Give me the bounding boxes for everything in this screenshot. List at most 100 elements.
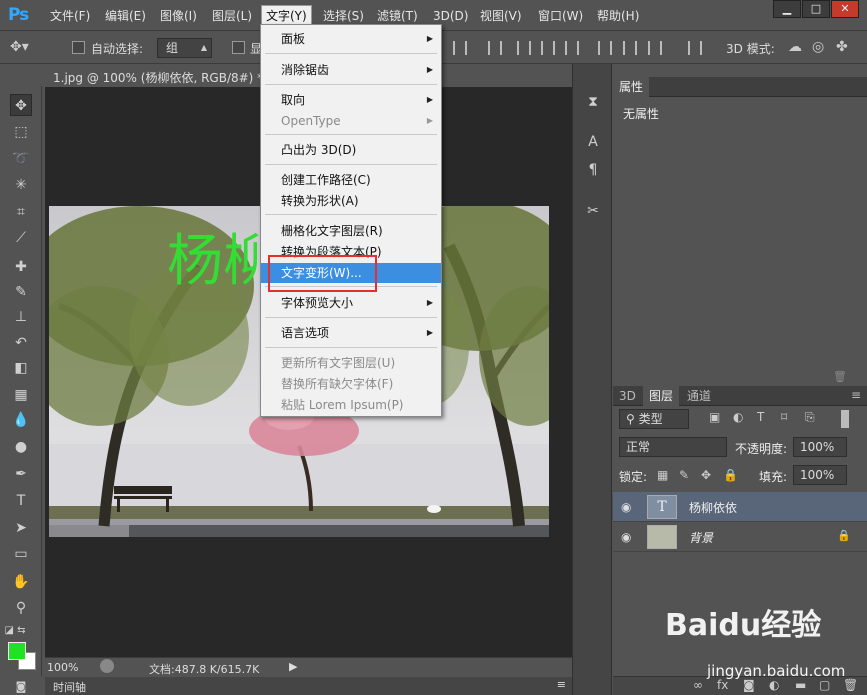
delete-layer-icon[interactable]: 🗑 [843,678,858,692]
filter-adjustment-icon[interactable]: ◐ [733,410,743,424]
auto-align-icon[interactable] [688,41,702,55]
menu-item-language-options[interactable]: 语言选项 ▶ [261,323,441,343]
gradient-tool-icon[interactable]: ▦ [10,384,32,406]
tab-channels[interactable]: 通道 [681,386,717,406]
menu-help[interactable]: 帮助(H) [593,6,643,26]
layer-name[interactable]: 背景 [689,529,713,546]
clone-stamp-tool-icon[interactable]: ⊥ [10,306,32,328]
trash-icon[interactable]: 🗑 [833,370,847,383]
eye-icon[interactable]: ◉ [621,530,631,544]
layers-panel-menu-icon[interactable]: ≡ [851,388,861,402]
menu-item-create-work-path[interactable]: 创建工作路径(C) [261,170,441,190]
minimize-icon[interactable]: ▁ [773,0,801,18]
pen-tool-icon[interactable]: ✒ [10,463,32,485]
type-tool-icon[interactable]: T [10,490,32,512]
menu-item-convert-to-shape[interactable]: 转换为形状(A) [261,191,441,211]
distribute-top-icon[interactable] [517,41,531,55]
auto-select-checkbox[interactable] [72,41,85,54]
3d-roll-icon[interactable]: ◎ [812,39,824,55]
move-tool-icon[interactable]: ✥ [10,94,32,116]
lock-all-icon[interactable]: 🔒 [723,468,738,482]
menu-item-extrude-3d[interactable]: 凸出为 3D(D) [261,140,441,160]
distribute-right-icon[interactable] [648,41,662,55]
history-panel-icon[interactable]: ⧗ [583,92,603,112]
fill-field[interactable]: 100% [793,465,847,485]
auto-select-dropdown[interactable]: 组 ▲ [157,38,212,58]
filter-toggle[interactable] [841,410,849,428]
align-left-icon[interactable] [453,41,467,55]
shape-tool-icon[interactable]: ▭ [10,543,32,565]
foreground-color-swatch-top[interactable] [8,642,26,660]
3d-rotate-icon[interactable]: ☁ [788,39,802,55]
tab-layers[interactable]: 图层 [643,386,680,406]
zoom-tool-icon[interactable]: ⚲ [10,597,32,619]
filter-shape-icon[interactable]: ⌑ [781,410,787,424]
menu-window[interactable]: 窗口(W) [534,6,587,26]
filter-pixel-icon[interactable]: ▣ [709,410,720,424]
show-transform-checkbox[interactable] [232,41,245,54]
lasso-tool-icon[interactable]: ➰ [10,148,32,170]
tab-properties[interactable]: 属性 [613,77,650,97]
menu-filter[interactable]: 滤镜(T) [373,6,422,26]
history-brush-tool-icon[interactable]: ↶ [10,332,32,354]
new-group-icon[interactable]: ▬ [795,678,806,692]
filter-type-icon[interactable]: T [757,410,764,424]
link-layers-icon[interactable]: ∞ [693,678,703,692]
zoom-level[interactable]: 100% [47,661,78,674]
menu-item-rasterize-type[interactable]: 栅格化文字图层(R) [261,221,441,241]
default-colors-icon[interactable]: ◪ ⇆ [4,620,26,642]
menu-item-font-preview-size[interactable]: 字体预览大小 ▶ [261,293,441,313]
add-mask-icon[interactable]: ◙ [743,678,755,692]
blend-mode-dropdown[interactable]: 正常 [619,437,727,457]
layer-row-background[interactable]: ◉ 背景 🔒 [613,522,867,552]
distribute-hcenter-icon[interactable] [623,41,637,55]
tab-3d[interactable]: 3D [613,386,642,406]
layer-filter-dropdown[interactable]: ⚲ 类型 [619,409,689,429]
align-center-icon[interactable] [488,41,502,55]
menu-item-panels[interactable]: 面板 ▶ [261,29,441,49]
menu-file[interactable]: 文件(F) [46,6,94,26]
menu-item-anti-alias[interactable]: 消除锯齿 ▶ [261,60,441,80]
close-icon[interactable]: ✕ [831,0,859,18]
magic-wand-tool-icon[interactable]: ✳ [10,174,32,196]
dodge-tool-icon[interactable]: ● [10,436,32,458]
new-layer-icon[interactable]: ▢ [819,678,830,692]
menu-select[interactable]: 选择(S) [319,6,368,26]
eyedropper-tool-icon[interactable]: ⟋ [10,227,32,249]
layer-name[interactable]: 杨柳依依 [689,499,737,516]
distribute-left-icon[interactable] [598,41,612,55]
menu-edit[interactable]: 编辑(E) [101,6,150,26]
status-menu-arrow-icon[interactable]: ▶ [289,660,297,673]
timeline-label[interactable]: 时间轴 [53,679,86,695]
path-selection-tool-icon[interactable]: ➤ [10,517,32,539]
quick-mask-icon[interactable]: ◙ [10,676,32,695]
marquee-tool-icon[interactable]: ⬚ [10,121,32,143]
3d-pan-icon[interactable]: ✤ [836,39,848,55]
paragraph-panel-icon[interactable]: ¶ [583,160,603,180]
menu-3d[interactable]: 3D(D) [429,6,472,26]
menu-layer[interactable]: 图层(L) [208,6,256,26]
opacity-field[interactable]: 100% [793,437,847,457]
menu-view[interactable]: 视图(V) [476,6,526,26]
distribute-bottom-icon[interactable] [565,41,579,55]
menu-item-orientation[interactable]: 取向 ▶ [261,90,441,110]
lock-transparent-icon[interactable]: ▦ [657,468,668,482]
hand-tool-icon[interactable]: ✋ [10,571,32,593]
lock-image-icon[interactable]: ✎ [679,468,689,482]
healing-brush-tool-icon[interactable]: ✚ [10,256,32,278]
adjustment-layer-icon[interactable]: ◐ [769,678,779,692]
eraser-tool-icon[interactable]: ◧ [10,357,32,379]
brush-tool-icon[interactable]: ✎ [10,281,32,303]
document-tab[interactable]: 1.jpg @ 100% (杨柳依依, RGB/8#) * [45,68,280,88]
tools-preset-icon[interactable]: ✂ [583,201,603,221]
crop-tool-icon[interactable]: ⌗ [10,201,32,223]
blur-tool-icon[interactable]: 💧 [10,409,32,431]
maximize-icon[interactable]: □ [802,0,830,18]
lock-position-icon[interactable]: ✥ [701,468,711,482]
menu-image[interactable]: 图像(I) [156,6,201,26]
panel-menu-icon[interactable]: ≡ [557,678,566,691]
distribute-vcenter-icon[interactable] [541,41,555,55]
move-tool-preset-icon[interactable]: ✥▾ [10,39,29,55]
fx-button[interactable]: fx [717,678,728,692]
eye-icon[interactable]: ◉ [621,500,631,514]
